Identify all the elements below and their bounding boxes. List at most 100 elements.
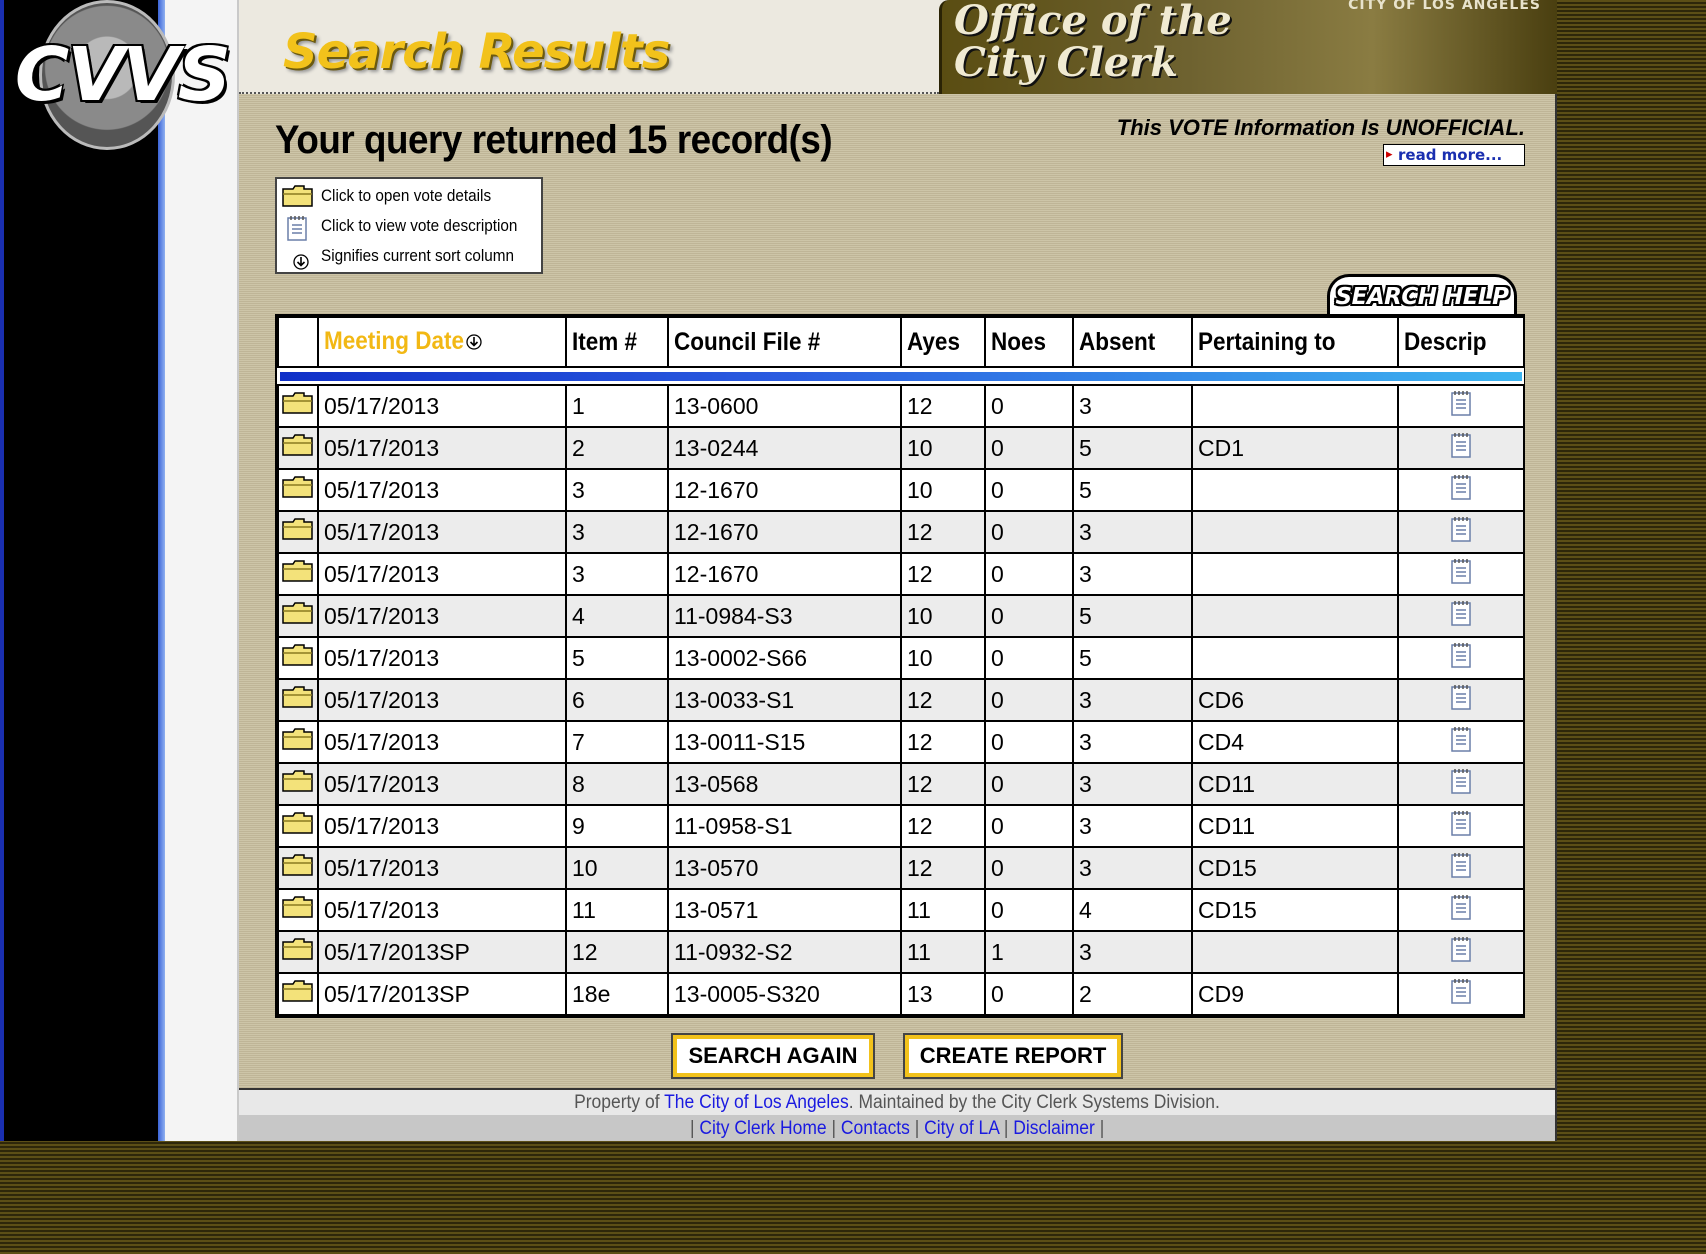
council-file-cell: 11-0958-S1 bbox=[667, 804, 902, 848]
column-header-noes[interactable]: Noes bbox=[984, 316, 1074, 368]
notepad-icon[interactable] bbox=[1450, 642, 1472, 674]
ayes-cell: 11 bbox=[900, 930, 986, 974]
folder-icon[interactable] bbox=[282, 602, 314, 630]
noes-cell: 0 bbox=[984, 762, 1074, 806]
descrip-cell bbox=[1397, 720, 1525, 764]
open-vote-cell bbox=[277, 468, 319, 512]
folder-icon[interactable] bbox=[282, 518, 314, 546]
absent-cell: 5 bbox=[1072, 468, 1193, 512]
noes-cell: 0 bbox=[984, 552, 1074, 596]
footer-link-contacts[interactable]: Contacts bbox=[841, 1118, 910, 1139]
table-row: 05/17/2013 3 12-1670 12 0 3 bbox=[277, 510, 1525, 554]
city-of-la-link[interactable]: The City of Los Angeles bbox=[664, 1092, 849, 1113]
office-banner[interactable]: Office of the City Clerk CITY OF LOS ANG… bbox=[939, 0, 1557, 94]
open-vote-cell bbox=[277, 930, 319, 974]
footer-link-city-clerk-home[interactable]: City Clerk Home bbox=[699, 1118, 826, 1139]
item-cell: 4 bbox=[565, 594, 669, 638]
column-header-item[interactable]: Item # bbox=[565, 316, 669, 368]
ayes-cell: 13 bbox=[900, 972, 986, 1016]
column-header-council-file[interactable]: Council File # bbox=[667, 316, 902, 368]
column-header-meeting-date[interactable]: Meeting Date bbox=[317, 316, 567, 368]
folder-icon[interactable] bbox=[282, 812, 314, 840]
folder-icon[interactable] bbox=[282, 392, 314, 420]
noes-cell: 0 bbox=[984, 846, 1074, 890]
meeting-date-cell: 05/17/2013 bbox=[317, 720, 567, 764]
cvvs-logo[interactable]: CVVS bbox=[6, 0, 238, 152]
pertaining-cell bbox=[1191, 636, 1399, 680]
office-title-line1: Office of the bbox=[954, 0, 1232, 44]
column-header-pertaining[interactable]: Pertaining to bbox=[1191, 316, 1399, 368]
folder-icon[interactable] bbox=[282, 728, 314, 756]
column-header-absent[interactable]: Absent bbox=[1072, 316, 1193, 368]
folder-icon[interactable] bbox=[282, 560, 314, 588]
folder-icon[interactable] bbox=[282, 434, 314, 462]
item-cell: 11 bbox=[565, 888, 669, 932]
notepad-icon[interactable] bbox=[1450, 684, 1472, 716]
footer-credit: Property of The City of Los Angeles. Mai… bbox=[239, 1092, 1555, 1114]
council-file-cell: 11-0984-S3 bbox=[667, 594, 902, 638]
legend-row-sort: Signifies current sort column bbox=[277, 241, 543, 271]
folder-icon[interactable] bbox=[282, 980, 314, 1008]
item-cell: 5 bbox=[565, 636, 669, 680]
column-header-ayes[interactable]: Ayes bbox=[900, 316, 986, 368]
folder-icon[interactable] bbox=[282, 686, 314, 714]
council-file-cell: 13-0244 bbox=[667, 426, 902, 470]
meeting-date-cell: 05/17/2013 bbox=[317, 468, 567, 512]
notepad-icon[interactable] bbox=[1450, 894, 1472, 926]
folder-icon[interactable] bbox=[282, 854, 314, 882]
footer-link-city-of-la[interactable]: City of LA bbox=[924, 1118, 999, 1139]
item-cell: 1 bbox=[565, 384, 669, 428]
noes-cell: 0 bbox=[984, 594, 1074, 638]
notepad-icon[interactable] bbox=[1450, 600, 1472, 632]
notepad-icon[interactable] bbox=[1450, 516, 1472, 548]
ayes-cell: 12 bbox=[900, 552, 986, 596]
absent-cell: 3 bbox=[1072, 762, 1193, 806]
open-vote-cell bbox=[277, 972, 319, 1016]
page-title: Search Results bbox=[283, 24, 670, 80]
notepad-icon[interactable] bbox=[1450, 390, 1472, 422]
notepad-icon[interactable] bbox=[1450, 726, 1472, 758]
open-vote-cell bbox=[277, 552, 319, 596]
descrip-cell bbox=[1397, 426, 1525, 470]
notepad-icon[interactable] bbox=[1450, 474, 1472, 506]
notepad-icon[interactable] bbox=[1450, 852, 1472, 884]
council-file-cell: 13-0571 bbox=[667, 888, 902, 932]
open-vote-cell bbox=[277, 762, 319, 806]
meeting-date-cell: 05/17/2013 bbox=[317, 510, 567, 554]
legend-row-folder: Click to open vote details bbox=[277, 181, 543, 211]
notepad-icon[interactable] bbox=[1450, 432, 1472, 464]
pertaining-cell: CD15 bbox=[1191, 888, 1399, 932]
ayes-cell: 12 bbox=[900, 804, 986, 848]
search-again-button[interactable]: SEARCH AGAIN bbox=[671, 1033, 875, 1079]
column-header-descrip: Descrip bbox=[1397, 316, 1525, 368]
notepad-icon[interactable] bbox=[1450, 936, 1472, 968]
footer-link-disclaimer[interactable]: Disclaimer bbox=[1013, 1118, 1095, 1139]
notepad-icon[interactable] bbox=[1450, 768, 1472, 800]
folder-icon[interactable] bbox=[282, 896, 314, 924]
council-file-cell: 11-0932-S2 bbox=[667, 930, 902, 974]
arrow-right-icon: ▸ bbox=[1386, 147, 1393, 162]
noes-cell: 0 bbox=[984, 678, 1074, 722]
folder-icon[interactable] bbox=[282, 644, 314, 672]
notepad-icon[interactable] bbox=[1450, 810, 1472, 842]
folder-icon[interactable] bbox=[282, 476, 314, 504]
folder-icon[interactable] bbox=[282, 770, 314, 798]
descrip-cell bbox=[1397, 762, 1525, 806]
table-row: 05/17/2013 2 13-0244 10 0 5 CD1 bbox=[277, 426, 1525, 470]
ayes-cell: 12 bbox=[900, 510, 986, 554]
meeting-date-cell: 05/17/2013 bbox=[317, 888, 567, 932]
descrip-cell bbox=[1397, 972, 1525, 1016]
read-more-label: read more... bbox=[1398, 146, 1503, 164]
legend-text: Click to open vote details bbox=[321, 186, 492, 205]
read-more-link[interactable]: ▸ read more... bbox=[1383, 144, 1525, 166]
item-cell: 12 bbox=[565, 930, 669, 974]
left-white-panel bbox=[165, 0, 239, 1141]
folder-icon[interactable] bbox=[282, 938, 314, 966]
notepad-icon[interactable] bbox=[1450, 558, 1472, 590]
council-file-cell: 13-0011-S15 bbox=[667, 720, 902, 764]
open-vote-cell bbox=[277, 804, 319, 848]
search-help-tab[interactable]: SEARCH HELP bbox=[1327, 274, 1517, 316]
create-report-button[interactable]: CREATE REPORT bbox=[903, 1033, 1123, 1079]
notepad-icon[interactable] bbox=[1450, 978, 1472, 1010]
item-cell: 8 bbox=[565, 762, 669, 806]
